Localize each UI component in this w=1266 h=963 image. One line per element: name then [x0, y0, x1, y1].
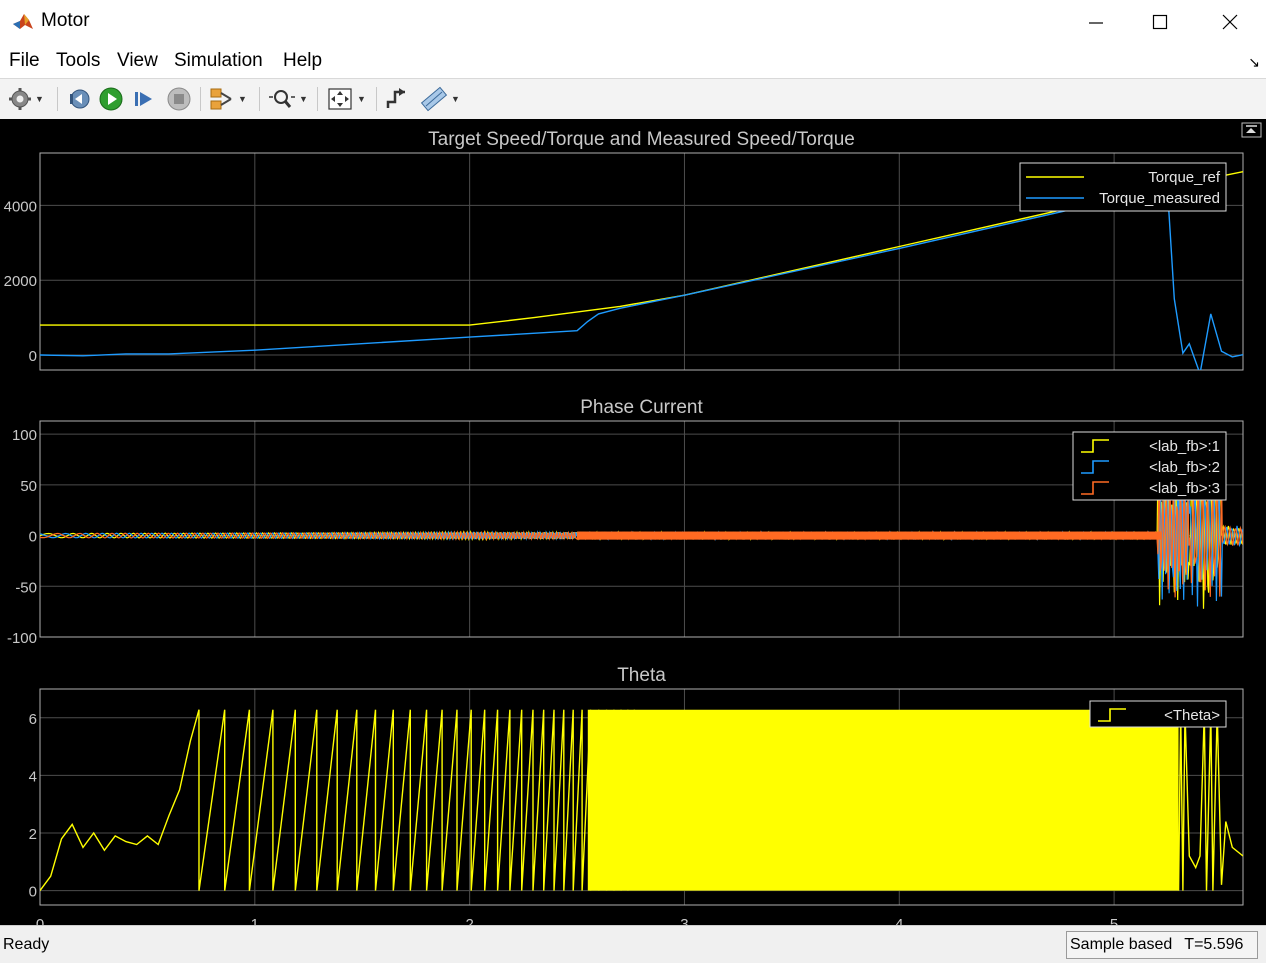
maximize-icon — [1152, 14, 1168, 30]
gear-icon — [9, 88, 31, 110]
step-back-icon — [70, 89, 90, 109]
sample-mode: Sample based — [1070, 936, 1173, 953]
status-bar: Ready Sample based T=5.596 — [0, 925, 1266, 963]
x-tick-label: 0 — [36, 916, 44, 925]
y-tick-label: 2 — [29, 826, 37, 843]
menu-view[interactable]: View — [117, 50, 158, 72]
toolbar-separator — [57, 87, 58, 111]
chevron-down-icon[interactable]: ▼ — [451, 94, 460, 104]
menu-tools[interactable]: Tools — [56, 50, 100, 72]
stop-button[interactable] — [166, 85, 192, 113]
plot-title: Theta — [617, 665, 666, 686]
step-back-button[interactable] — [66, 85, 90, 113]
legend[interactable]: Torque_ref Torque_measured — [1019, 162, 1227, 212]
x-tick-label: 5 — [1110, 916, 1118, 925]
dock-arrow-icon[interactable]: ↘ — [1248, 54, 1260, 71]
x-tick-label: 4 — [895, 916, 903, 925]
matlab-logo-icon — [12, 10, 34, 32]
zoom-icon — [269, 90, 295, 108]
fit-to-view-icon — [328, 88, 352, 110]
time-display: Sample based T=5.596 — [1066, 931, 1258, 959]
stop-icon — [167, 87, 191, 111]
y-tick-label: 4 — [29, 768, 37, 785]
zoom-button[interactable]: ▼ — [268, 85, 308, 113]
y-tick-label: 2000 — [4, 273, 37, 290]
legend-label: <Theta> — [1164, 707, 1220, 724]
plot-area — [40, 464, 1243, 609]
minimize-icon — [1089, 22, 1103, 24]
menu-file[interactable]: File — [9, 50, 40, 72]
y-tick-label: -100 — [7, 630, 37, 647]
series-block — [587, 709, 1179, 891]
x-tick-label: 3 — [680, 916, 688, 925]
toolbar-separator — [376, 87, 377, 111]
trigger-button[interactable] — [385, 85, 409, 113]
undock-button[interactable] — [1241, 122, 1262, 138]
title-bar: Motor — [0, 0, 1266, 44]
play-icon — [99, 87, 123, 111]
step-forward-icon — [135, 92, 152, 106]
series-sawtooth — [198, 709, 636, 891]
settings-button[interactable]: ▼ — [8, 85, 44, 113]
menu-simulation[interactable]: Simulation — [174, 50, 263, 72]
y-tick-label: 0 — [29, 348, 37, 365]
y-tick-label: 0 — [29, 529, 37, 546]
close-icon — [1222, 14, 1238, 30]
scope-axes-3: Theta 0 2 4 6 0 1 2 3 4 5 <Theta> — [29, 665, 1244, 933]
simulation-time: T=5.596 — [1184, 936, 1244, 953]
autoscale-button[interactable]: ▼ — [326, 85, 366, 113]
toolbar-separator — [317, 87, 318, 111]
trigger-icon — [386, 88, 405, 108]
legend-label: <lab_fb>:1 — [1149, 438, 1220, 455]
measurements-button[interactable]: ▼ — [420, 85, 460, 113]
close-button[interactable] — [1200, 0, 1260, 44]
window-title: Motor — [41, 10, 90, 31]
toolbar-separator — [259, 87, 260, 111]
y-tick-label: -50 — [15, 579, 37, 596]
series-line-1 — [40, 709, 200, 892]
y-tick-label: 100 — [12, 427, 37, 444]
minimize-button[interactable] — [1066, 0, 1126, 44]
menu-help[interactable]: Help — [283, 50, 322, 72]
line-style-icon — [210, 88, 232, 110]
legend-label: <lab_fb>:3 — [1149, 480, 1220, 497]
plot-title: Phase Current — [580, 397, 703, 418]
y-tick-label: 6 — [29, 711, 37, 728]
legend[interactable]: <lab_fb>:1 <lab_fb>:2 <lab_fb>:3 — [1072, 431, 1227, 501]
legend[interactable]: <Theta> — [1089, 700, 1227, 728]
menu-bar: File Tools View Simulation Help ↘ — [0, 44, 1266, 78]
chevron-down-icon[interactable]: ▼ — [299, 94, 308, 104]
toolbar: ▼ ▼ ▼ ▼ ▼ — [0, 78, 1266, 120]
x-tick-label: 1 — [251, 916, 259, 925]
chevron-down-icon[interactable]: ▼ — [35, 94, 44, 104]
ruler-icon — [420, 86, 448, 112]
scope-axes-1: Target Speed/Torque and Measured Speed/T… — [4, 129, 1244, 371]
y-tick-label: 0 — [29, 884, 37, 901]
style-button[interactable]: ▼ — [209, 85, 247, 113]
y-tick-label: 50 — [20, 478, 37, 495]
step-forward-button[interactable] — [132, 85, 156, 113]
scope-plots: Target Speed/Torque and Measured Speed/T… — [4, 122, 1262, 933]
toolbar-separator — [200, 87, 201, 111]
scope-axes-2: Phase Current-100-50050100<lab_fb>:1<lab… — [7, 397, 1244, 647]
legend-label: Torque_ref — [1148, 169, 1221, 186]
status-state: Ready — [3, 936, 50, 953]
series-band — [577, 531, 1162, 540]
series-line-2 — [40, 193, 1243, 370]
legend-label: <lab_fb>:2 — [1149, 459, 1220, 476]
plot-area — [40, 709, 1243, 892]
series-line-1 — [40, 471, 1243, 609]
run-button[interactable] — [98, 85, 124, 113]
plot-title: Target Speed/Torque and Measured Speed/T… — [428, 129, 855, 150]
series-tail — [1177, 711, 1243, 891]
axes-frame — [39, 420, 1244, 638]
legend-label: Torque_measured — [1099, 190, 1220, 207]
y-tick-label: 4000 — [4, 198, 37, 215]
scope-display: Target Speed/Torque and Measured Speed/T… — [0, 119, 1266, 933]
x-tick-label: 2 — [465, 916, 473, 925]
maximize-button[interactable] — [1130, 0, 1190, 44]
chevron-down-icon[interactable]: ▼ — [238, 94, 247, 104]
chevron-down-icon[interactable]: ▼ — [357, 94, 366, 104]
